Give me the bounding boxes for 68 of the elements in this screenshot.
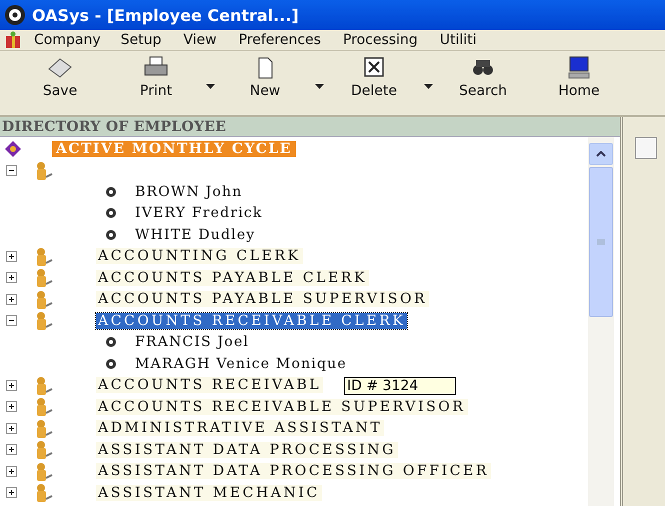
- person-icon: [37, 311, 53, 330]
- person-icon: [37, 483, 53, 502]
- expand-icon[interactable]: [6, 272, 17, 284]
- toolbar-button[interactable]: New: [223, 55, 307, 99]
- person-icon: [37, 440, 53, 460]
- toolbar-button[interactable]: Save: [18, 55, 102, 99]
- menu-item[interactable]: Setup: [110, 32, 172, 48]
- app-icon: [4, 4, 26, 26]
- menu-item[interactable]: Company: [22, 32, 110, 48]
- person-icon: [37, 268, 53, 288]
- tooltip: ID # 3124: [344, 376, 456, 394]
- toolbar-button[interactable]: Home: [537, 55, 621, 99]
- menu-item[interactable]: Processing: [332, 32, 429, 48]
- gift-icon: [4, 31, 22, 49]
- tree-item[interactable]: ACCOUNTS RECEIVABL: [96, 377, 324, 394]
- person-icon: [37, 397, 53, 416]
- expand-icon[interactable]: [6, 380, 17, 391]
- employee-icon: [105, 358, 117, 370]
- tree-item[interactable]: ADMINISTRATIVE ASSISTANT: [96, 420, 384, 436]
- scroll-up-icon[interactable]: [596, 151, 606, 157]
- collapse-icon[interactable]: [6, 315, 17, 326]
- scroll-thumb[interactable]: [589, 167, 613, 317]
- menu-item[interactable]: Preferences: [228, 32, 332, 48]
- tree-item[interactable]: ACCOUNTS PAYABLE CLERK: [96, 270, 370, 286]
- field[interactable]: [635, 137, 657, 159]
- person-icon: [37, 246, 53, 266]
- expand-icon[interactable]: [6, 401, 17, 412]
- person-icon: [37, 290, 53, 309]
- tree-item[interactable]: ASSISTANT MECHANIC: [96, 484, 322, 501]
- menu-item[interactable]: Utiliti: [428, 32, 488, 48]
- tree-item[interactable]: ACCOUNTING CLERK: [96, 248, 303, 264]
- window-title: OASys - [Employee Central...]: [32, 6, 299, 24]
- person-icon: [37, 418, 53, 438]
- caret-icon[interactable]: [424, 84, 433, 90]
- toolbar-button[interactable]: Delete: [332, 55, 416, 99]
- toolbar-button[interactable]: Print: [114, 55, 198, 99]
- menu-item[interactable]: View: [172, 32, 228, 48]
- employee-icon: [105, 336, 117, 348]
- employee-icon: [105, 186, 117, 198]
- tree-item[interactable]: ACCOUNTS RECEIVABLE CLERK: [96, 312, 408, 329]
- employee-icon: [105, 207, 117, 220]
- expand-icon[interactable]: [6, 466, 17, 477]
- tree-item[interactable]: ASSISTANT DATA PROCESSING OFFICER: [96, 463, 492, 480]
- expand-icon[interactable]: [6, 487, 17, 498]
- employee-item[interactable]: FRANCIS Joel: [133, 334, 252, 350]
- tree-item[interactable]: ACCOUNTS PAYABLE SUPERVISOR: [96, 291, 430, 308]
- person-icon: [37, 160, 53, 180]
- caret-icon[interactable]: [206, 84, 215, 90]
- person-icon: [37, 376, 53, 395]
- collapse-icon[interactable]: [6, 164, 17, 176]
- employee-item[interactable]: IVERY Fredrick: [133, 205, 265, 222]
- grip-icon: [597, 239, 605, 245]
- tree-item[interactable]: ASSISTANT DATA PROCESSING: [96, 442, 398, 458]
- expand-icon[interactable]: [6, 250, 17, 262]
- employee-item[interactable]: MARAGH Venice Monique: [133, 356, 349, 372]
- employee-item[interactable]: WHITE Dudley: [133, 226, 258, 243]
- scrollbar[interactable]: [588, 137, 614, 506]
- employee-item[interactable]: BROWN John: [133, 184, 244, 200]
- toolbar-button[interactable]: Search: [441, 55, 525, 99]
- expand-icon[interactable]: [6, 422, 17, 434]
- person-icon: [37, 462, 53, 481]
- diamond-icon: [4, 140, 22, 158]
- expand-icon[interactable]: [6, 444, 17, 456]
- expand-icon[interactable]: [6, 294, 17, 305]
- caret-icon[interactable]: [315, 84, 324, 90]
- employee-icon: [105, 228, 117, 241]
- tree-item[interactable]: ACCOUNTS RECEIVABLE SUPERVISOR: [96, 398, 468, 415]
- panel-header: DIRECTORY OF EMPLOYEE: [0, 117, 620, 137]
